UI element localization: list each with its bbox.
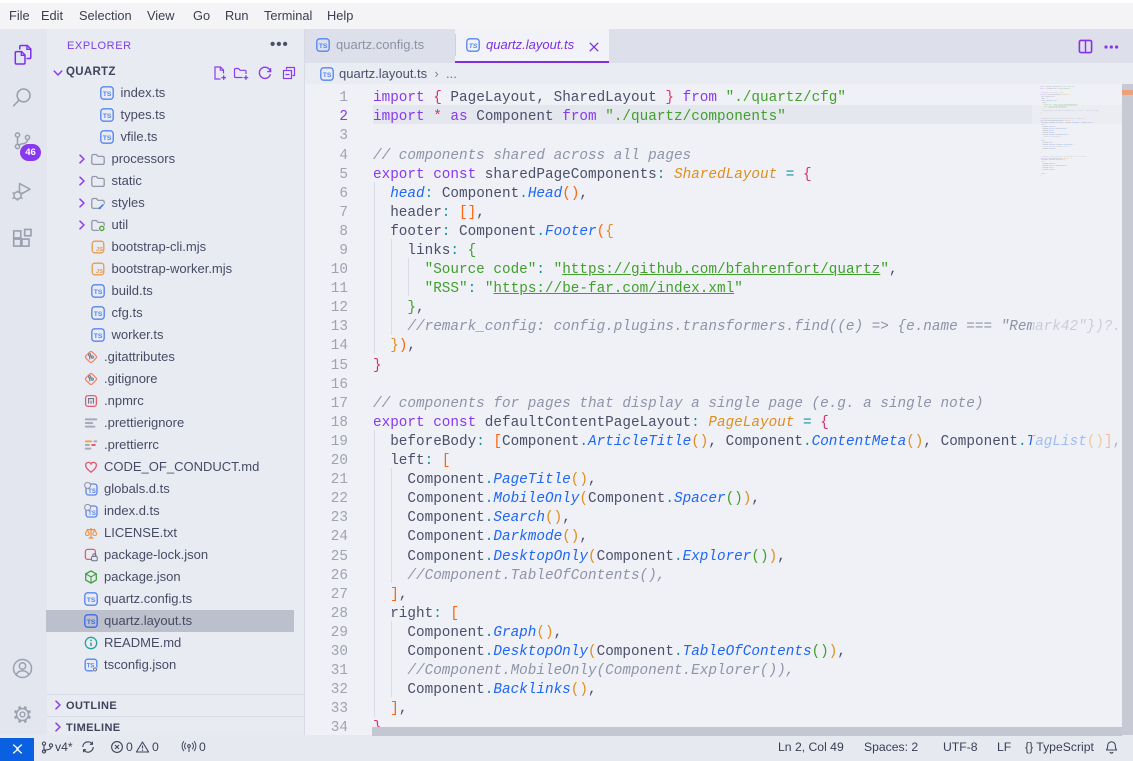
svg-text:JS: JS xyxy=(96,247,103,253)
svg-text:TS: TS xyxy=(88,489,96,495)
svg-text:TS: TS xyxy=(94,311,103,318)
svg-text:TS: TS xyxy=(94,289,103,296)
svg-text:TS: TS xyxy=(103,135,112,142)
svg-text:TS: TS xyxy=(86,619,95,626)
svg-text:TS: TS xyxy=(94,333,103,340)
svg-text:TS: TS xyxy=(103,113,112,120)
svg-text:TS: TS xyxy=(469,43,478,50)
svg-text:TS: TS xyxy=(323,72,332,79)
svg-text:TS: TS xyxy=(88,511,96,517)
svg-text:JS: JS xyxy=(96,269,103,275)
svg-text:TS: TS xyxy=(86,597,95,604)
svg-text:TS: TS xyxy=(103,91,112,98)
svg-text:TS: TS xyxy=(319,43,328,50)
